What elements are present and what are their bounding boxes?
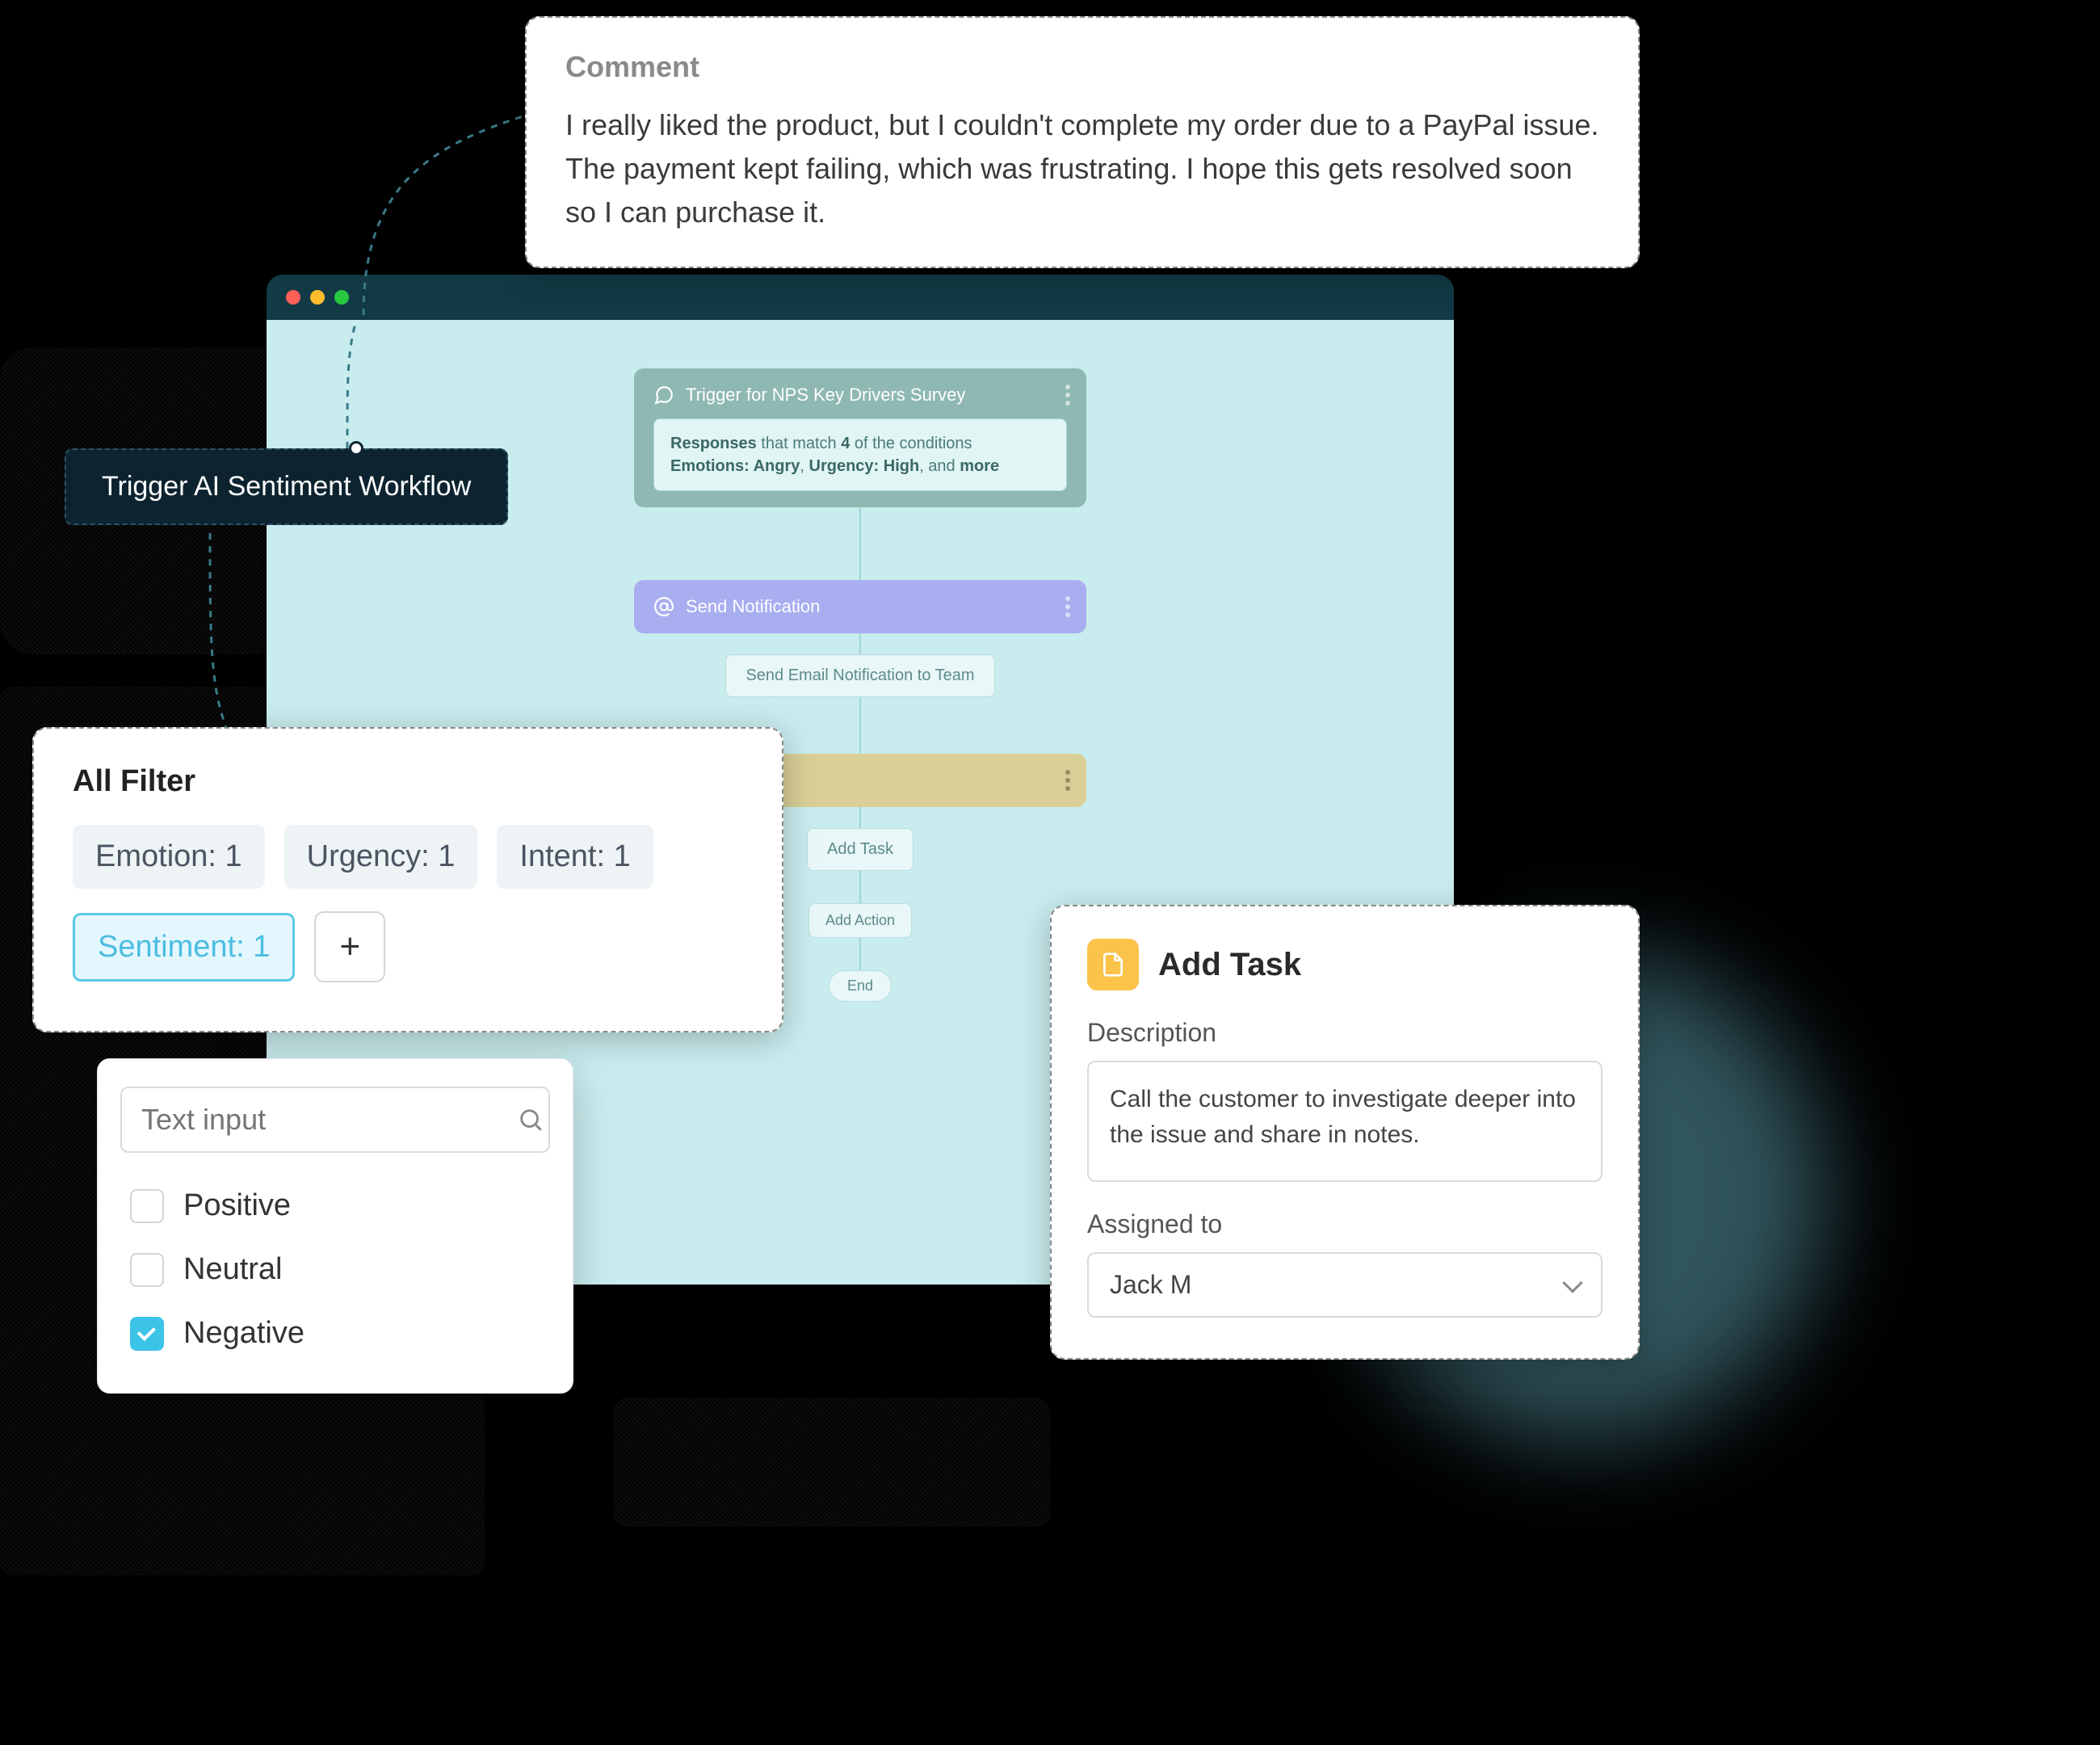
task-assigned-label: Assigned to xyxy=(1087,1209,1602,1239)
task-desc-input[interactable]: Call the customer to investigate deeper … xyxy=(1087,1061,1602,1182)
filter-chip-row-2: Sentiment: 1 + xyxy=(73,911,743,982)
browser-titlebar xyxy=(267,275,1454,320)
option-label: Neutral xyxy=(183,1252,283,1287)
document-icon xyxy=(1087,939,1139,990)
kebab-menu-icon[interactable] xyxy=(1065,385,1070,406)
workflow-connector xyxy=(859,507,861,580)
workflow-connector xyxy=(859,871,861,903)
chat-icon xyxy=(653,385,674,406)
checkbox-positive[interactable] xyxy=(130,1189,164,1223)
workflow-end-node: End xyxy=(829,970,892,1002)
workflow-trigger-card[interactable]: Trigger for NPS Key Drivers Survey Respo… xyxy=(634,368,1086,507)
dropdown-search[interactable] xyxy=(120,1087,550,1153)
workflow-connector xyxy=(859,807,861,828)
option-label: Negative xyxy=(183,1316,304,1351)
add-task-panel: Add Task Description Call the customer t… xyxy=(1050,905,1640,1360)
option-neutral[interactable]: Neutral xyxy=(120,1238,550,1301)
filter-chip-emotion[interactable]: Emotion: 1 xyxy=(73,825,265,889)
chevron-down-icon xyxy=(1562,1272,1582,1293)
filter-chip-intent[interactable]: Intent: 1 xyxy=(497,825,653,889)
checkbox-negative[interactable] xyxy=(130,1317,164,1351)
traffic-light-maximize[interactable] xyxy=(334,290,349,305)
at-icon xyxy=(653,596,674,617)
comment-card: Comment I really liked the product, but … xyxy=(525,16,1640,268)
option-positive[interactable]: Positive xyxy=(120,1174,550,1238)
add-filter-button[interactable]: + xyxy=(314,911,385,982)
workflow-notify-card[interactable]: Send Notification xyxy=(634,580,1086,633)
trigger-label: Trigger AI Sentiment Workflow xyxy=(65,448,508,525)
task-assigned-value: Jack M xyxy=(1110,1270,1191,1300)
option-negative[interactable]: Negative xyxy=(120,1301,550,1365)
comment-heading: Comment xyxy=(565,50,1599,84)
workflow-trigger-condition: Responses that match 4 of the conditions… xyxy=(653,418,1067,491)
workflow-add-action-button[interactable]: Add Action xyxy=(808,903,912,938)
kebab-menu-icon[interactable] xyxy=(1065,596,1070,617)
noise-bg xyxy=(614,1398,1050,1527)
connector-dot xyxy=(349,441,363,456)
trigger-label-text: Trigger AI Sentiment Workflow xyxy=(102,471,471,502)
task-desc-label: Description xyxy=(1087,1018,1602,1048)
traffic-light-close[interactable] xyxy=(286,290,300,305)
workflow-connector xyxy=(859,697,861,754)
workflow-notify-title: Send Notification xyxy=(686,596,820,617)
filter-chip-row: Emotion: 1 Urgency: 1 Intent: 1 xyxy=(73,825,743,889)
sentiment-dropdown: Positive Neutral Negative xyxy=(97,1058,573,1394)
task-header: Add Task xyxy=(1087,939,1602,990)
workflow-notify-body[interactable]: Send Email Notification to Team xyxy=(725,654,994,697)
checkbox-neutral[interactable] xyxy=(130,1253,164,1287)
comment-body: I really liked the product, but I couldn… xyxy=(565,103,1599,234)
search-input[interactable] xyxy=(141,1103,517,1137)
search-icon xyxy=(517,1106,544,1133)
plus-icon: + xyxy=(339,927,360,967)
filter-heading: All Filter xyxy=(73,764,743,799)
task-title: Add Task xyxy=(1158,947,1301,983)
workflow-connector xyxy=(859,633,861,654)
kebab-menu-icon[interactable] xyxy=(1065,770,1070,791)
filter-panel: All Filter Emotion: 1 Urgency: 1 Intent:… xyxy=(32,727,783,1032)
filter-chip-sentiment[interactable]: Sentiment: 1 xyxy=(73,913,295,982)
option-label: Positive xyxy=(183,1188,291,1223)
workflow-action-body[interactable]: Add Task xyxy=(807,828,914,871)
filter-chip-urgency[interactable]: Urgency: 1 xyxy=(284,825,478,889)
workflow-trigger-title: Trigger for NPS Key Drivers Survey xyxy=(686,385,965,406)
workflow-connector xyxy=(859,938,861,970)
task-assigned-select[interactable]: Jack M xyxy=(1087,1252,1602,1318)
traffic-light-minimize[interactable] xyxy=(310,290,325,305)
